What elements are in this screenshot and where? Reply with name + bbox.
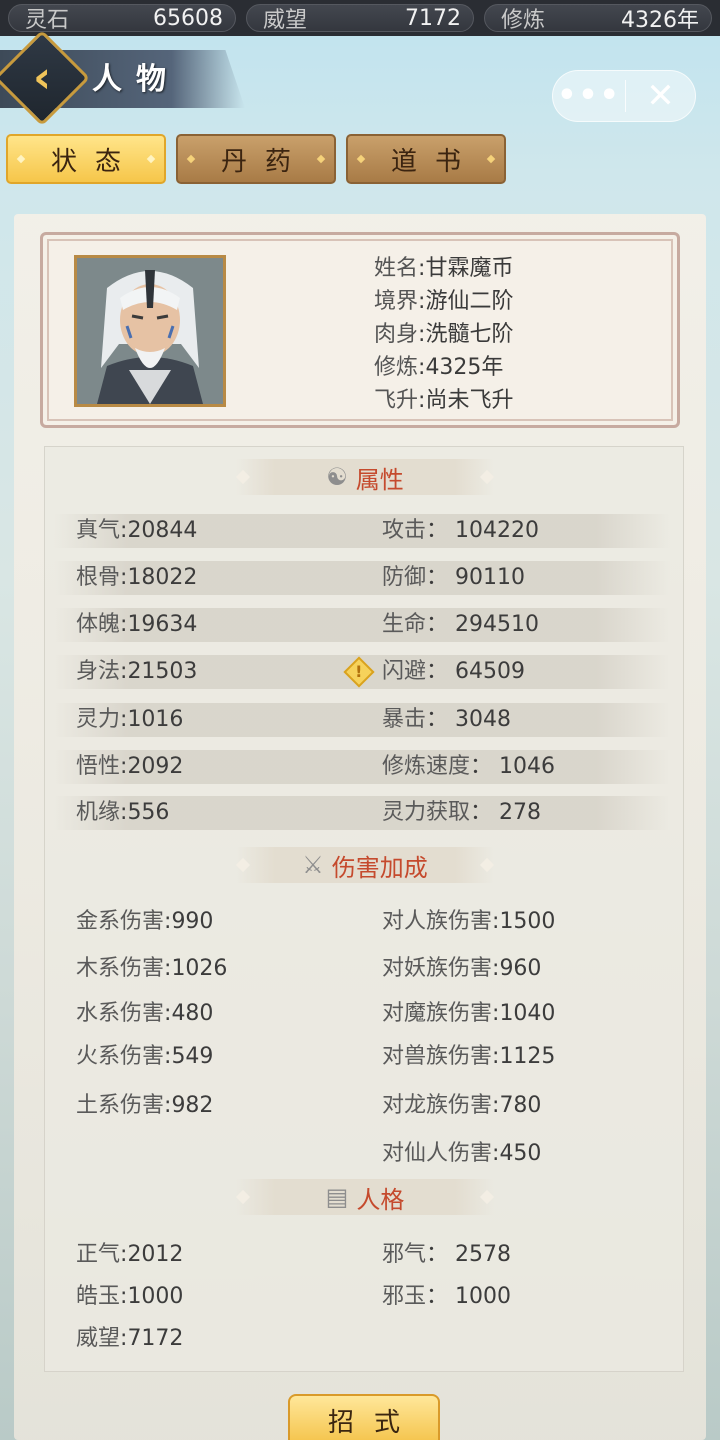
info-key: 境界 xyxy=(374,289,419,314)
tab-bar: 状态 丹药 道书 xyxy=(6,134,506,184)
section-title: 属性 xyxy=(355,465,404,494)
stat-row: 火系伤害:549 对兽族伤害:1125 xyxy=(54,1040,670,1074)
tab-pills[interactable]: 丹药 xyxy=(176,134,336,184)
stat-right: 闪避： 64509 xyxy=(382,659,526,684)
stat-row: 木系伤害:1026 对妖族伤害:960 xyxy=(54,952,670,986)
info-key: 飞升 xyxy=(374,388,419,413)
stat-right: 灵力获取： 278 xyxy=(382,800,542,825)
stat-right: 暴击： 3048 xyxy=(382,707,512,732)
info-value: 4325年 xyxy=(425,355,504,380)
stat-left: 身法:21503 xyxy=(76,659,198,684)
resource-prestige: 威望 7172 xyxy=(246,4,474,33)
info-key: 修炼 xyxy=(374,355,419,380)
resource-value: 7172 xyxy=(405,5,461,31)
more-icon[interactable]: ••• xyxy=(553,70,625,122)
tab-status[interactable]: 状态 xyxy=(6,134,166,184)
stat-row: 悟性:2092 修炼速度： 1046 xyxy=(54,750,670,784)
stat-row: 水系伤害:480 对魔族伤害:1040 xyxy=(54,997,670,1031)
stat-row: 对仙人伤害:450 xyxy=(54,1137,670,1171)
info-key: 肉身 xyxy=(374,322,419,347)
resource-label: 威望 xyxy=(263,8,308,33)
info-value: 洗髓七阶 xyxy=(425,322,514,347)
stat-right: 对仙人伤害:450 xyxy=(382,1141,542,1166)
section-title: 人格 xyxy=(356,1185,405,1214)
resource-bar: 灵石 65608 威望 7172 修炼 4326年 xyxy=(0,0,720,36)
info-value: 尚未飞升 xyxy=(425,388,514,413)
resource-label: 修炼 xyxy=(501,8,546,33)
stat-left: 皓玉:1000 xyxy=(76,1284,184,1309)
warning-icon[interactable]: ! xyxy=(343,656,375,688)
stat-left: 火系伤害:549 xyxy=(76,1044,214,1069)
info-body: 肉身:洗髓七阶 xyxy=(374,322,514,347)
chevron-left-icon: ‹ xyxy=(32,51,52,103)
portrait-image xyxy=(77,258,223,404)
stat-row: 金系伤害:990 对人族伤害:1500 xyxy=(54,905,670,939)
info-key: 姓名 xyxy=(374,256,419,281)
info-value: 甘霖魔币 xyxy=(425,256,514,281)
mini-program-capsule: ••• ✕ xyxy=(552,70,696,122)
stat-left: 水系伤害:480 xyxy=(76,1001,214,1026)
stat-row: 真气:20844 攻击： 104220 xyxy=(54,514,670,548)
close-icon[interactable]: ✕ xyxy=(626,70,695,122)
stat-left: 灵力:1016 xyxy=(76,707,184,732)
section-header-personality: ▤ 人格 xyxy=(236,1179,494,1215)
stat-right: 对人族伤害:1500 xyxy=(382,909,556,934)
document-icon: ▤ xyxy=(325,1183,349,1211)
stat-row: 皓玉:1000 邪玉： 1000 xyxy=(54,1280,670,1314)
section-header-attributes: ☯ 属性 xyxy=(236,459,494,495)
stat-row: 体魄:19634 生命： 294510 xyxy=(54,608,670,642)
stat-right: 修炼速度： 1046 xyxy=(382,754,556,779)
stat-right: 防御： 90110 xyxy=(382,565,526,590)
back-button[interactable]: ‹ xyxy=(0,29,91,127)
stat-right: 对妖族伤害:960 xyxy=(382,956,542,981)
info-name: 姓名:甘霖魔币 xyxy=(374,256,514,281)
info-ascension: 飞升:尚未飞升 xyxy=(374,388,514,413)
stat-left: 机缘:556 xyxy=(76,800,170,825)
section-title: 伤害加成 xyxy=(331,853,428,882)
stat-right: 对兽族伤害:1125 xyxy=(382,1044,556,1069)
resource-cultivation: 修炼 4326年 xyxy=(484,4,712,33)
stat-row: 土系伤害:982 对龙族伤害:780 xyxy=(54,1089,670,1123)
crossed-swords-icon: ⚔ xyxy=(302,851,324,879)
stat-right: 邪气： 2578 xyxy=(382,1242,512,1267)
info-cultivation: 修炼:4325年 xyxy=(374,355,504,380)
resource-label: 灵石 xyxy=(25,8,70,33)
info-realm: 境界:游仙二阶 xyxy=(374,289,514,314)
stat-right: 生命： 294510 xyxy=(382,612,539,637)
yin-yang-icon: ☯ xyxy=(326,463,348,491)
stat-left: 正气:2012 xyxy=(76,1242,184,1267)
page-title: 人物 xyxy=(92,62,180,97)
stat-row: 威望:7172 xyxy=(54,1322,670,1356)
stat-row: 身法:21503 ! 闪避： 64509 xyxy=(54,655,670,689)
stat-right: 邪玉： 1000 xyxy=(382,1284,512,1309)
stat-left: 金系伤害:990 xyxy=(76,909,214,934)
stat-left: 木系伤害:1026 xyxy=(76,956,228,981)
resource-spirit-stone: 灵石 65608 xyxy=(8,4,236,33)
tab-scriptures[interactable]: 道书 xyxy=(346,134,506,184)
stat-row: 正气:2012 邪气： 2578 xyxy=(54,1238,670,1272)
stat-left: 根骨:18022 xyxy=(76,565,198,590)
stat-left: 真气:20844 xyxy=(76,518,198,543)
stat-row: 机缘:556 灵力获取： 278 xyxy=(54,796,670,830)
section-header-damage: ⚔ 伤害加成 xyxy=(236,847,494,883)
character-portrait xyxy=(74,255,226,407)
stat-left: 威望:7172 xyxy=(76,1326,184,1351)
skills-button[interactable]: 招式 xyxy=(288,1394,440,1440)
stat-row: 根骨:18022 防御： 90110 xyxy=(54,561,670,595)
stat-row: 灵力:1016 暴击： 3048 xyxy=(54,703,670,737)
info-value: 游仙二阶 xyxy=(425,289,514,314)
stat-right: 对龙族伤害:780 xyxy=(382,1093,542,1118)
stat-left: 土系伤害:982 xyxy=(76,1093,214,1118)
profile-info: 姓名:甘霖魔币 境界:游仙二阶 肉身:洗髓七阶 修炼:4325年 飞升:尚未飞升 xyxy=(374,252,513,417)
stat-left: 悟性:2092 xyxy=(76,754,184,779)
resource-value: 4326年 xyxy=(621,8,699,33)
stat-left: 体魄:19634 xyxy=(76,612,198,637)
stat-right: 对魔族伤害:1040 xyxy=(382,1001,556,1026)
stat-right: 攻击： 104220 xyxy=(382,518,539,543)
resource-value: 65608 xyxy=(153,5,223,31)
